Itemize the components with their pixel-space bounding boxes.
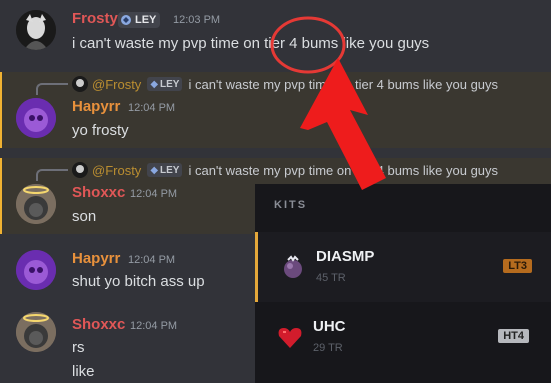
kit-item-uhc[interactable]: UHC 29 TR HT4: [255, 302, 551, 372]
timestamp: 12:04 PM: [128, 102, 176, 114]
server-tag: ◆ LEY: [147, 77, 183, 91]
message-text: yo frosty: [72, 122, 129, 139]
message-text: i can't waste my pvp time on tier 4 bums…: [72, 35, 430, 52]
tag-label: LEY: [135, 14, 157, 26]
kit-name: UHC: [313, 318, 346, 335]
username[interactable]: Hapyrr: [72, 98, 120, 115]
reply-preview[interactable]: @Frosty ◆ LEY i can't waste my pvp time o…: [72, 161, 498, 179]
server-tag: ◆ LEY: [147, 163, 183, 177]
reply-text: i can't waste my pvp time on tier 4 bums…: [188, 162, 499, 178]
avatar[interactable]: [16, 10, 56, 50]
avatar: [72, 76, 88, 92]
kit-item-diasmp[interactable]: DIASMP 45 TR LT3: [255, 232, 551, 302]
message-text: shut yo bitch ass up: [72, 273, 205, 290]
message-frosty: Frosty LEY 12:03 PM i can't waste my pvp…: [0, 0, 551, 62]
reply-connector: [36, 169, 68, 181]
kits-title: KITS: [274, 199, 308, 211]
avatar[interactable]: [16, 312, 56, 352]
kit-rating: 45 TR: [316, 272, 346, 284]
tier-badge: HT4: [498, 329, 529, 343]
username[interactable]: Shoxxc: [72, 316, 125, 333]
server-tag[interactable]: LEY: [118, 12, 161, 28]
kits-panel: KITS DIASMP 45 TR LT3 UHC 29 TR HT4: [255, 184, 551, 383]
reply-text: i can't waste my pvp time on tier 4 bums…: [188, 76, 499, 92]
tier-badge: LT3: [503, 259, 532, 273]
username[interactable]: Hapyrr: [72, 250, 120, 267]
avatar[interactable]: [16, 98, 56, 138]
tag-icon: [121, 15, 131, 25]
kit-name: DIASMP: [316, 248, 375, 265]
diasmp-orb-icon: [284, 255, 302, 278]
timestamp: 12:04 PM: [130, 188, 178, 200]
timestamp: 12:04 PM: [130, 320, 178, 332]
reply-username: @Frosty: [92, 76, 142, 92]
message-text: son: [72, 208, 97, 225]
reply-preview[interactable]: @Frosty ◆ LEY i can't waste my pvp time o…: [72, 75, 498, 93]
avatar: [72, 162, 88, 178]
timestamp: 12:04 PM: [128, 254, 176, 266]
tag-icon: ◆: [150, 164, 159, 176]
avatar[interactable]: [16, 184, 56, 224]
message-text: like: [72, 363, 95, 380]
reply-username: @Frosty: [92, 162, 142, 178]
message-hapyrr-reply: @Frosty ◆ LEY i can't waste my pvp time o…: [0, 72, 551, 148]
message-text: rs: [72, 339, 85, 356]
reply-connector: [36, 83, 68, 95]
avatar[interactable]: [16, 250, 56, 290]
kit-rating: 29 TR: [313, 342, 343, 354]
uhc-heart-icon: [278, 328, 302, 348]
timestamp: 12:03 PM: [173, 14, 221, 26]
username[interactable]: Frosty: [72, 10, 118, 27]
username[interactable]: Shoxxc: [72, 184, 125, 201]
tag-icon: ◆: [150, 78, 159, 90]
